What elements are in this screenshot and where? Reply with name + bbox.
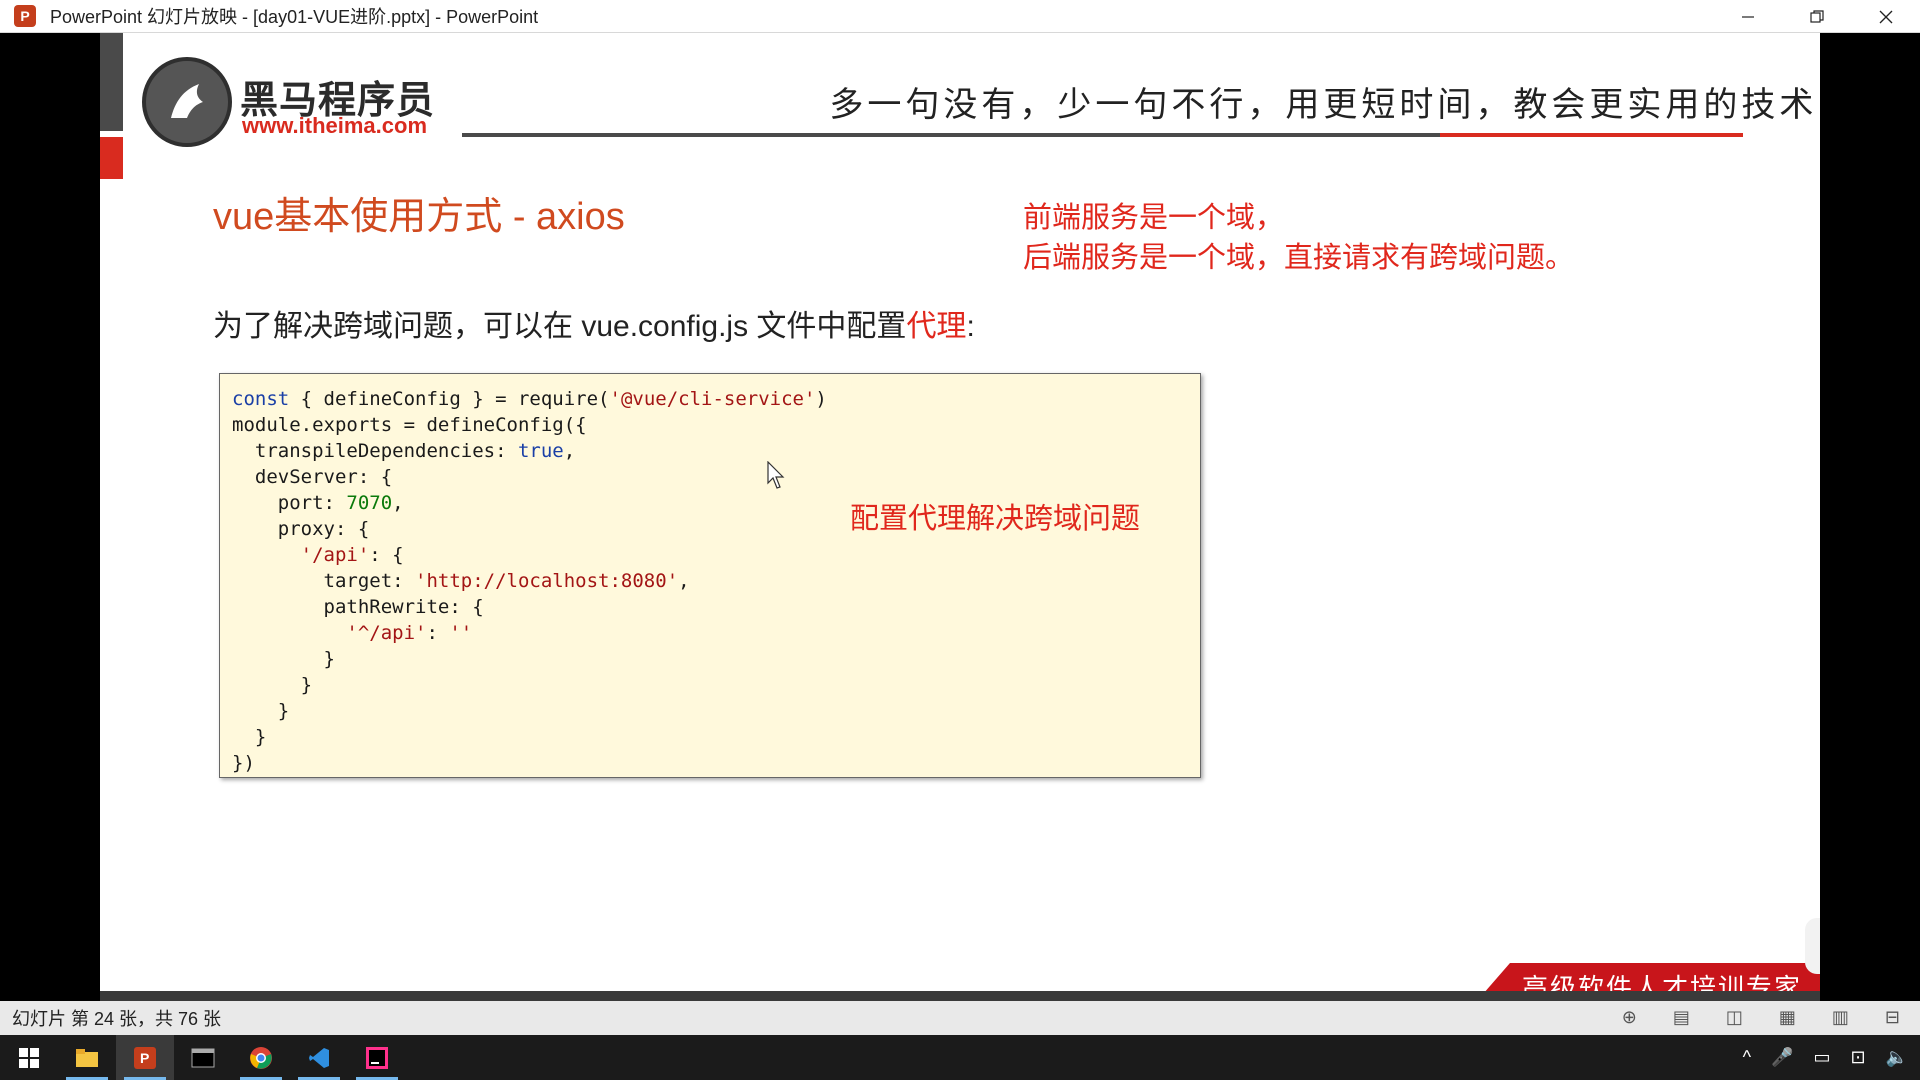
network-icon[interactable]: ⊡ <box>1850 1047 1865 1068</box>
normal-view-icon[interactable]: ◫ <box>1726 1007 1743 1028</box>
code-block: const { defineConfig } = require('@vue/c… <box>219 373 1201 778</box>
window-controls <box>1713 0 1920 33</box>
code-text: transpileDependencies: <box>232 440 518 462</box>
code-line: '/api': { <box>232 542 1200 568</box>
reading-view-icon[interactable]: ▥ <box>1832 1007 1849 1028</box>
intro-text: 为了解决跨域问题，可以在 vue.config.js 文件中配置代理: <box>213 301 975 345</box>
slideshow-icon[interactable]: ⊟ <box>1885 1007 1900 1028</box>
code-text: : { <box>369 544 404 566</box>
svg-text:P: P <box>140 1050 149 1066</box>
notes-icon[interactable]: ▤ <box>1673 1007 1690 1028</box>
code-text: : <box>426 622 450 644</box>
close-button[interactable] <box>1851 0 1920 33</box>
horse-logo-icon <box>142 57 232 147</box>
terminal-icon[interactable] <box>174 1035 232 1080</box>
code-text: , <box>392 492 404 514</box>
intro-prefix: 为了解决跨域问题，可以在 vue.config.js 文件中配置 <box>213 310 907 343</box>
cross-domain-note: 前端服务是一个域， 后端服务是一个域，直接请求有跨域问题。 <box>1023 198 1574 278</box>
close-icon <box>1879 10 1892 23</box>
slide-title: vue基本使用方式 - axios <box>213 196 625 238</box>
window-title: PowerPoint 幻灯片放映 - [day01-VUE进阶.pptx] - … <box>50 7 539 27</box>
vscode-icon[interactable] <box>290 1035 348 1080</box>
code-keyword: true <box>517 440 564 462</box>
code-text: { defineConfig } = require( <box>289 388 610 410</box>
powerpoint-app-icon[interactable]: P <box>14 5 36 27</box>
note-line-2: 后端服务是一个域，直接请求有跨域问题。 <box>1023 242 1575 274</box>
code-line: module.exports = defineConfig({ <box>232 414 587 436</box>
minimize-icon <box>1741 15 1754 18</box>
slide-bottom-bar <box>100 991 1820 1001</box>
code-string: '' <box>449 622 473 644</box>
code-text: , <box>678 570 690 592</box>
zoom-icon[interactable]: ⊕ <box>1622 1007 1637 1028</box>
code-line: }) <box>232 752 255 774</box>
volume-icon[interactable]: 🔈 <box>1886 1047 1908 1068</box>
code-line: transpileDependencies: true, <box>232 438 1200 464</box>
code-number: 7070 <box>346 492 393 514</box>
slide-counter: 幻灯片 第 24 张，共 76 张 <box>12 1009 222 1029</box>
code-string: 'http://localhost:8080' <box>415 570 679 592</box>
code-line: } <box>232 674 313 696</box>
code-line: } <box>232 648 335 670</box>
minimize-button[interactable] <box>1713 0 1782 33</box>
code-keyword: const <box>232 388 290 410</box>
slide-sorter-icon[interactable]: ▦ <box>1779 1007 1796 1028</box>
intro-highlight: 代理 <box>906 310 967 343</box>
accent-bar-gray <box>100 33 123 131</box>
code-line: const { defineConfig } = require('@vue/c… <box>232 386 1200 412</box>
system-tray: ^ 🎤 ▭ ⊡ 🔈 <box>1743 1035 1908 1080</box>
status-bar: 幻灯片 第 24 张，共 76 张 ⊕ ▤ ◫ ▦ ▥ ⊟ <box>0 1001 1920 1035</box>
slogan-banner: 高级软件人才培训专家 <box>1470 963 1820 991</box>
code-string: '@vue/cli-service' <box>609 388 816 410</box>
code-text: port: <box>232 492 347 514</box>
window-titlebar: P PowerPoint 幻灯片放映 - [day01-VUE进阶.pptx] … <box>0 0 1920 33</box>
windows-start-icon[interactable] <box>0 1035 58 1080</box>
slide-slogan: 多一句没有，少一句不行，用更短时间，教会更实用的技术! <box>829 85 1820 125</box>
chrome-icon[interactable] <box>232 1035 290 1080</box>
microphone-icon[interactable]: 🎤 <box>1771 1047 1793 1068</box>
proxy-note: 配置代理解决跨域问题 <box>850 503 1141 535</box>
code-line: } <box>232 726 267 748</box>
code-line: pathRewrite: { <box>232 596 484 618</box>
file-explorer-icon[interactable] <box>58 1035 116 1080</box>
code-line: devServer: { <box>232 466 393 488</box>
battery-icon[interactable]: ▭ <box>1813 1047 1830 1068</box>
powerpoint-taskbar-icon[interactable]: P <box>116 1035 174 1080</box>
code-text: target: <box>232 570 416 592</box>
logo-url: www.itheima.com <box>242 113 428 138</box>
intro-suffix: : <box>966 310 975 343</box>
code-text: ) <box>815 388 827 410</box>
restore-icon <box>1809 9 1824 23</box>
code-text: , <box>563 440 576 462</box>
letterbox-right <box>1820 33 1920 1001</box>
note-line-1: 前端服务是一个域， <box>1023 202 1285 234</box>
accent-bar-red <box>100 137 123 179</box>
code-line: '^/api': '' <box>232 620 1200 646</box>
jetbrains-ide-icon[interactable] <box>348 1035 406 1080</box>
header-divider-accent <box>1440 133 1743 137</box>
video-play-icon[interactable] <box>1805 918 1820 974</box>
letterbox-left <box>0 33 100 1001</box>
banner-text: 高级软件人才培训专家 <box>1521 973 1802 992</box>
code-line: target: 'http://localhost:8080', <box>232 568 1200 594</box>
tray-expand-icon[interactable]: ^ <box>1743 1047 1751 1068</box>
taskbar: P ^ 🎤 ▭ ⊡ 🔈 <box>0 1035 1920 1080</box>
code-string: '^/api' <box>346 622 427 644</box>
mouse-cursor-icon <box>767 461 785 489</box>
status-icons: ⊕ ▤ ◫ ▦ ▥ ⊟ <box>1622 1007 1900 1028</box>
restore-button[interactable] <box>1782 0 1851 33</box>
code-string: '/api' <box>300 544 370 566</box>
code-line: } <box>232 700 290 722</box>
slide-canvas[interactable]: 黑马程序员 www.itheima.com 多一句没有，少一句不行，用更短时间，… <box>100 33 1820 991</box>
